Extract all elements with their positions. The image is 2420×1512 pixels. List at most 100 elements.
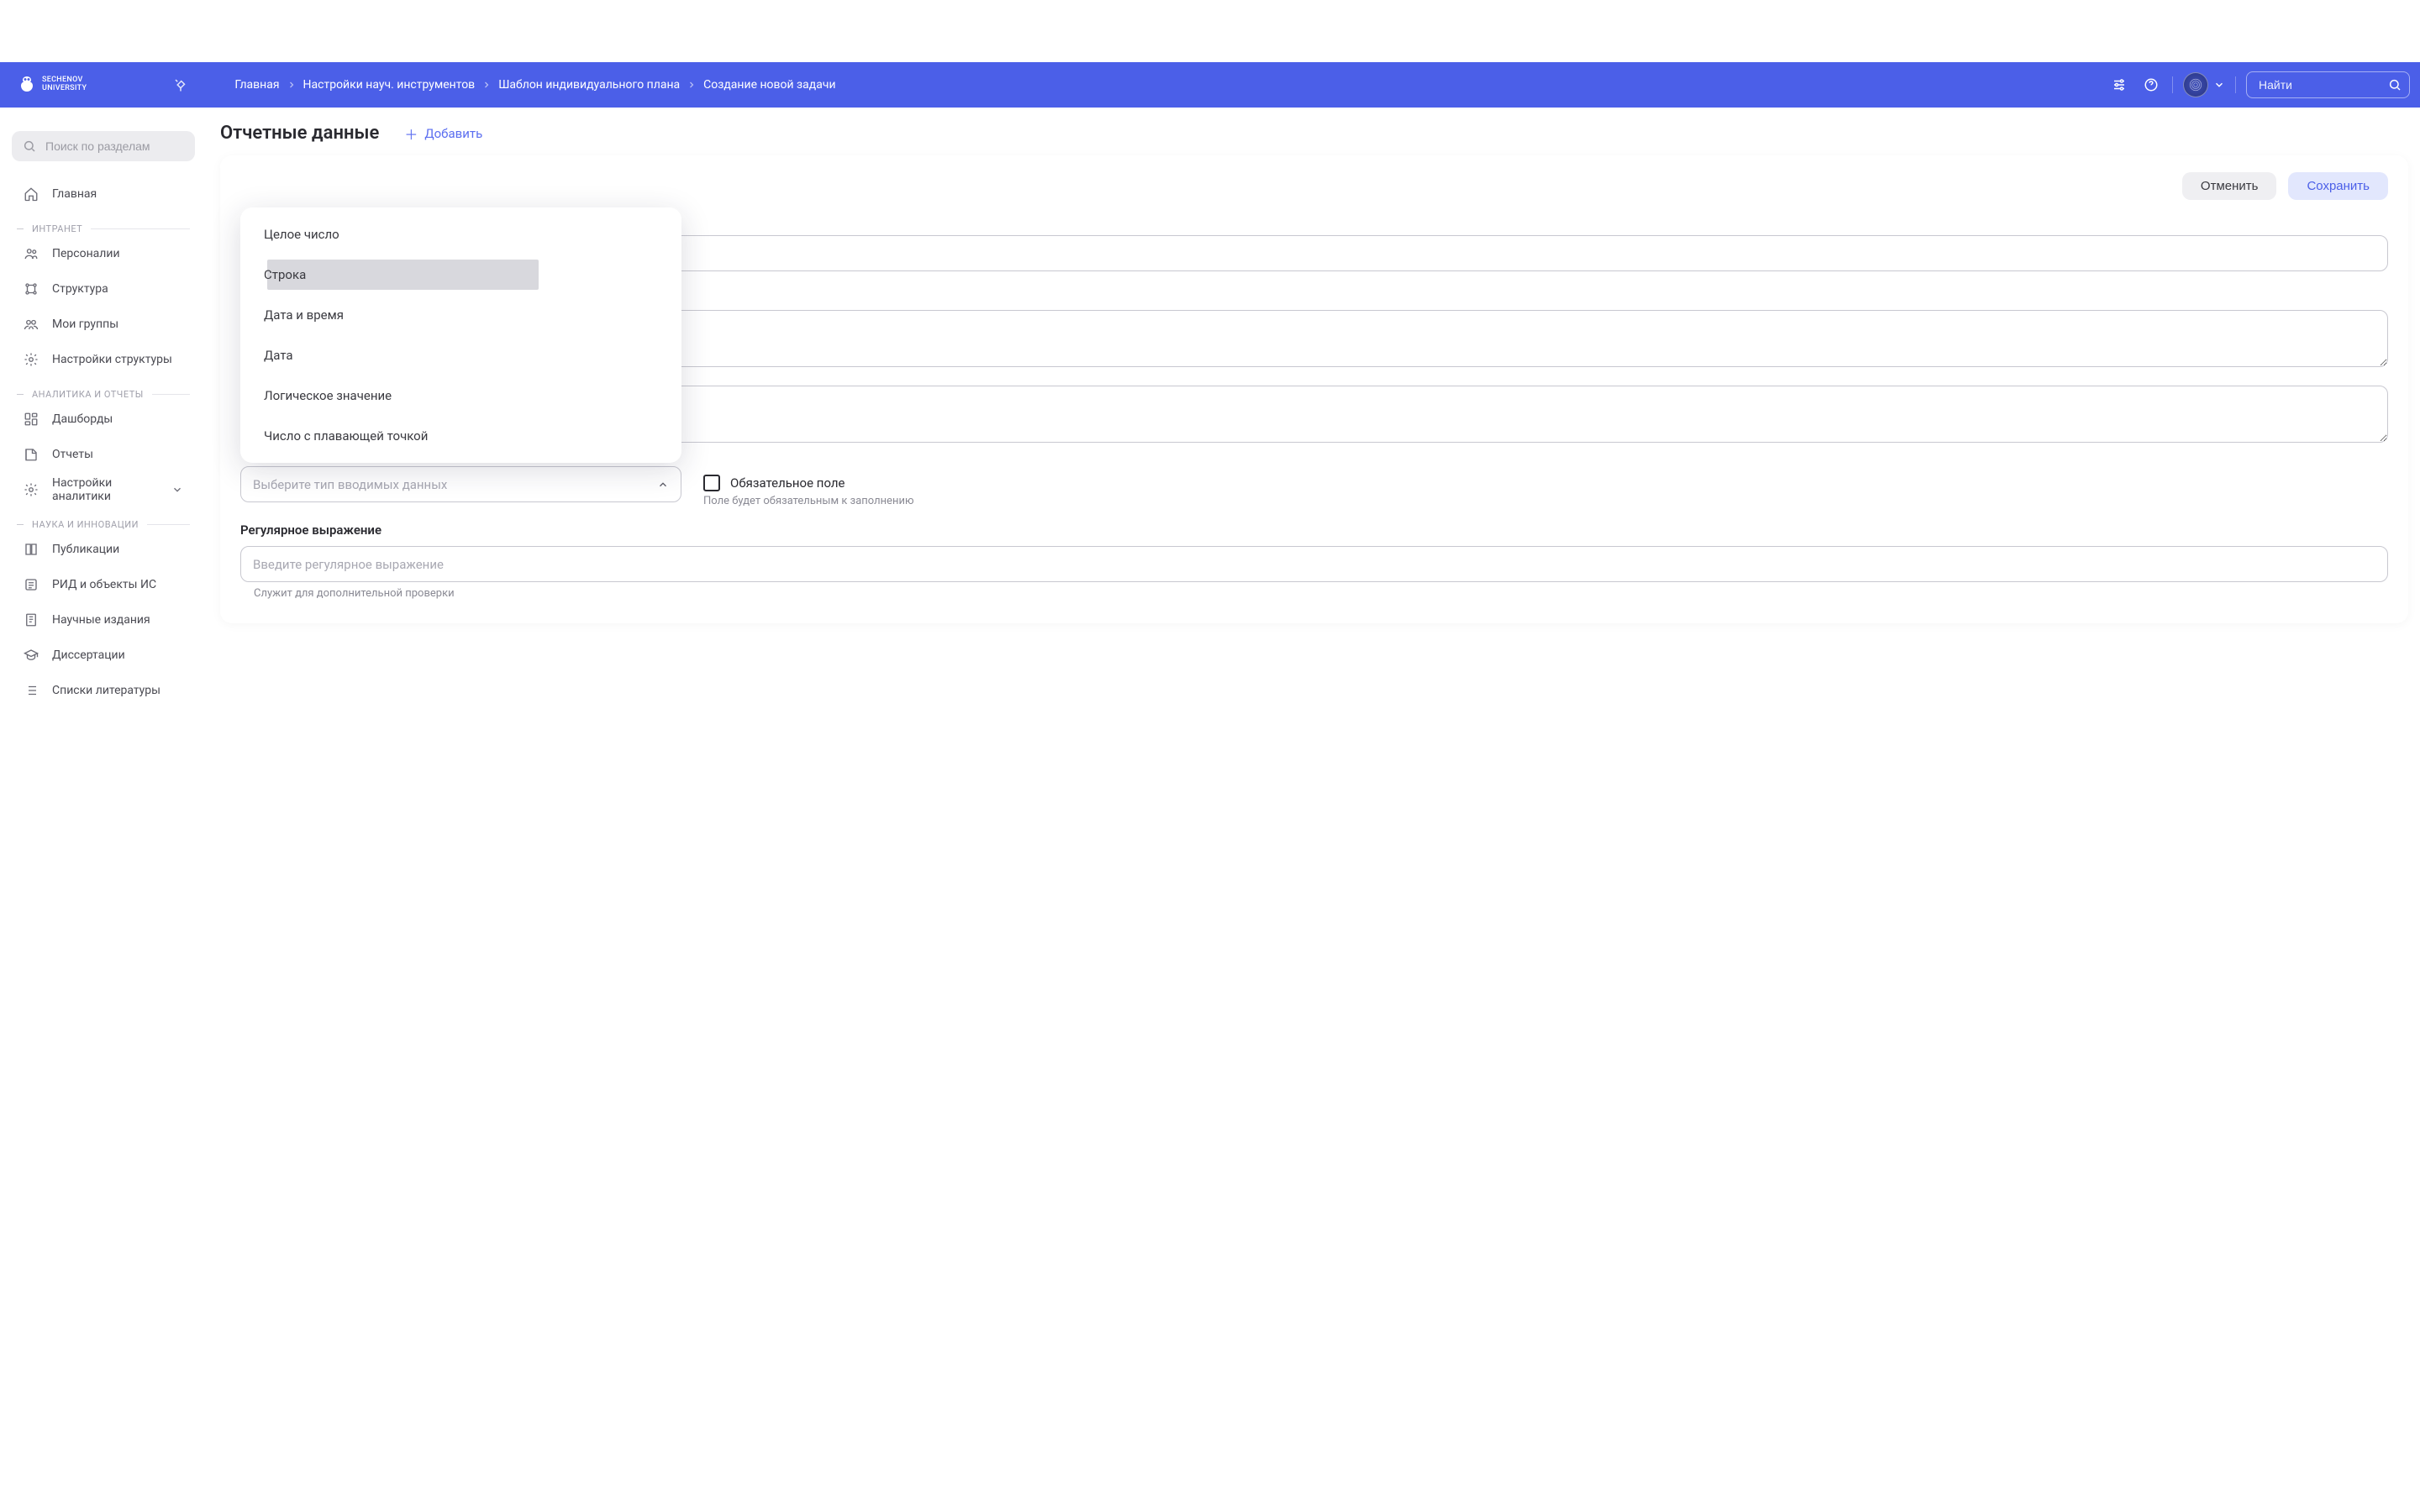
- dropdown-option[interactable]: Дата и время: [240, 295, 681, 335]
- sidebar-item-label: Настройки структуры: [52, 353, 172, 366]
- sidebar-item-literature[interactable]: Списки литературы: [12, 673, 195, 708]
- form-card: Отменить Сохранить Название результата Р…: [220, 155, 2408, 623]
- sidebar-search: [12, 131, 195, 161]
- chevron-down-icon: [171, 484, 183, 496]
- journal-icon: [24, 612, 39, 627]
- sidebar-item-dashboards[interactable]: Дашборды: [12, 402, 195, 437]
- required-checkbox-row: Обязательное поле: [703, 475, 914, 491]
- breadcrumb-item[interactable]: Главная: [234, 78, 279, 92]
- sidebar-item-label: Мои группы: [52, 318, 118, 331]
- sidebar-item-rid[interactable]: РИД и объекты ИС: [12, 567, 195, 602]
- add-button-label: Добавить: [424, 126, 482, 141]
- dropdown-option[interactable]: Логическое значение: [240, 375, 681, 416]
- divider: [2172, 76, 2173, 93]
- dropdown-option[interactable]: Строка: [240, 255, 681, 295]
- search-icon[interactable]: [2388, 78, 2402, 92]
- add-button[interactable]: ＋ Добавить: [404, 123, 482, 144]
- required-label: Обязательное поле: [730, 475, 845, 491]
- dropdown-option[interactable]: Целое число: [240, 214, 681, 255]
- graduation-icon: [24, 648, 39, 663]
- divider: [2235, 76, 2236, 93]
- search-icon: [23, 139, 36, 153]
- sidebar-item-structure[interactable]: Структура: [12, 271, 195, 307]
- dashboard-icon: [24, 412, 39, 427]
- required-field-group: Обязательное поле Поле будет обязательны…: [703, 466, 914, 507]
- home-icon: [24, 186, 39, 202]
- reports-icon: [24, 447, 39, 462]
- list-icon: [24, 683, 39, 698]
- cancel-button[interactable]: Отменить: [2182, 172, 2277, 200]
- sidebar-item-label: РИД и объекты ИС: [52, 578, 156, 591]
- global-search-input[interactable]: [2246, 71, 2410, 98]
- app-header: Sechenov University Главная Настройки на…: [0, 62, 2420, 108]
- type-select-wrapper: Целое число Строка Дата и время Дата Лог…: [240, 466, 681, 502]
- user-menu[interactable]: [2183, 72, 2225, 97]
- sidebar-item-label: Персоналии: [52, 247, 120, 260]
- sidebar-item-personalii[interactable]: Персоналии: [12, 236, 195, 271]
- sidebar-item-label: Публикации: [52, 543, 119, 556]
- type-select[interactable]: Выберите тип вводимых данных: [240, 466, 681, 502]
- required-hint: Поле будет обязательным к заполнению: [703, 495, 914, 507]
- sidebar-item-label: Настройки аналитики: [52, 476, 158, 503]
- logo-text: Sechenov University: [42, 76, 87, 93]
- dropdown-option[interactable]: Число с плавающей точкой: [240, 416, 681, 456]
- sidebar-item-publications[interactable]: Публикации: [12, 532, 195, 567]
- sidebar-section-header: НАУКА И ИННОВАЦИИ: [12, 519, 195, 530]
- sidebar-item-my-groups[interactable]: Мои группы: [12, 307, 195, 342]
- type-dropdown: Целое число Строка Дата и время Дата Лог…: [240, 207, 681, 463]
- sidebar-item-label: Отчеты: [52, 448, 93, 461]
- users-icon: [24, 246, 39, 261]
- chevron-right-icon: [687, 80, 697, 90]
- dropdown-option[interactable]: Дата: [240, 335, 681, 375]
- rid-icon: [24, 577, 39, 592]
- breadcrumb-item[interactable]: Настройки науч. инструментов: [303, 78, 476, 92]
- sidebar-item-reports[interactable]: Отчеты: [12, 437, 195, 472]
- field-data-type-row: Целое число Строка Дата и время Дата Лог…: [240, 466, 2388, 507]
- sidebar-item-structure-settings[interactable]: Настройки структуры: [12, 342, 195, 377]
- structure-icon: [24, 281, 39, 297]
- gear-icon: [24, 482, 39, 497]
- groups-icon: [24, 317, 39, 332]
- chevron-down-icon: [2213, 79, 2225, 91]
- required-checkbox[interactable]: [703, 475, 720, 491]
- sidebar-item-dissertations[interactable]: Диссертации: [12, 638, 195, 673]
- sidebar-item-label: Дашборды: [52, 412, 113, 426]
- header-actions: [2108, 71, 2410, 98]
- sidebar-item-home[interactable]: Главная: [12, 176, 195, 212]
- page-title: Отчетные данные: [220, 123, 379, 144]
- breadcrumb: Главная Настройки науч. инструментов Шаб…: [234, 78, 2108, 92]
- plus-icon: ＋: [404, 123, 418, 144]
- avatar: [2183, 72, 2208, 97]
- sidebar-search-input[interactable]: [12, 131, 195, 161]
- chevron-right-icon: [287, 80, 297, 90]
- global-search: [2246, 71, 2410, 98]
- chevron-up-icon: [657, 479, 669, 491]
- regex-input[interactable]: [240, 546, 2388, 582]
- sidebar-item-label: Структура: [52, 282, 108, 296]
- book-icon: [24, 542, 39, 557]
- sidebar-item-label: Главная: [52, 187, 97, 201]
- breadcrumb-item[interactable]: Шаблон индивидуального плана: [498, 78, 680, 92]
- main-content: Отчетные данные ＋ Добавить Отменить Сохр…: [207, 108, 2420, 725]
- sidebar-section-header: ИНТРАНЕТ: [12, 223, 195, 234]
- form-actions: Отменить Сохранить: [240, 172, 2388, 200]
- chevron-right-icon: [481, 80, 492, 90]
- pin-icon[interactable]: [173, 77, 188, 92]
- settings-sliders-icon[interactable]: [2108, 74, 2130, 96]
- save-button[interactable]: Сохранить: [2288, 172, 2388, 200]
- gear-icon: [24, 352, 39, 367]
- sidebar-item-label: Научные издания: [52, 613, 150, 627]
- breadcrumb-item[interactable]: Создание новой задачи: [703, 78, 835, 92]
- field-label: Регулярное выражение: [240, 522, 2388, 538]
- sidebar-item-label: Диссертации: [52, 648, 125, 662]
- sidebar-item-journals[interactable]: Научные издания: [12, 602, 195, 638]
- sidebar-section-header: АНАЛИТИКА И ОТЧЕТЫ: [12, 389, 195, 400]
- page-header: Отчетные данные ＋ Добавить: [207, 123, 2420, 155]
- regex-hint: Служит для дополнительной проверки: [240, 587, 2388, 600]
- logo[interactable]: Sechenov University: [10, 75, 93, 95]
- help-icon[interactable]: [2140, 74, 2162, 96]
- sidebar-item-analytics-settings[interactable]: Настройки аналитики: [12, 472, 195, 507]
- field-regex: Регулярное выражение Служит для дополнит…: [240, 522, 2388, 600]
- sidebar: Главная ИНТРАНЕТ Персоналии Структура Мо…: [0, 108, 207, 725]
- sidebar-item-label: Списки литературы: [52, 684, 160, 697]
